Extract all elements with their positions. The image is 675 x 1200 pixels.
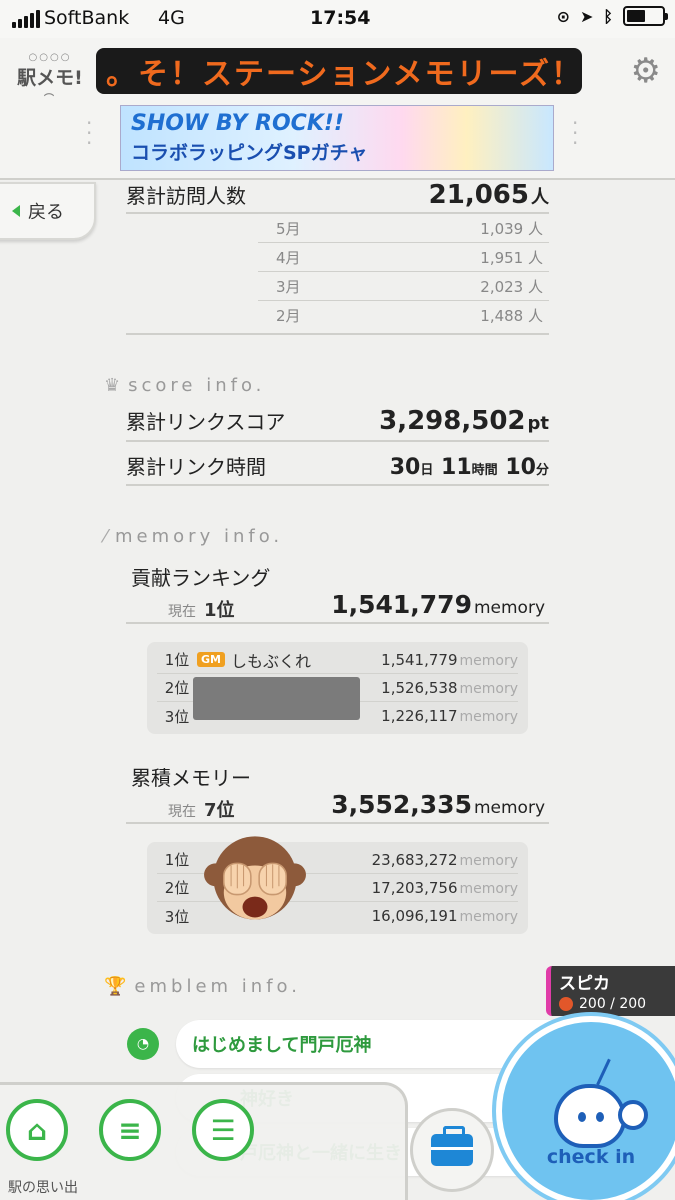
toolbox-button[interactable]	[410, 1108, 494, 1192]
train-list-button[interactable]: ≡	[99, 1099, 161, 1161]
carrier-label: SoftBank	[44, 7, 130, 29]
accumulated-current-rank: 現在 7位	[168, 800, 235, 821]
rotation-lock-icon: ⊙	[556, 6, 570, 26]
clock: 17:54	[310, 7, 371, 29]
gear-icon[interactable]: ⚙	[631, 54, 661, 88]
news-ticker[interactable]: 。そ！ステーションメモリーズ！の	[96, 48, 582, 94]
back-arrow-icon	[12, 205, 20, 217]
antenna-icon	[596, 1058, 611, 1086]
network-label: 4G	[158, 7, 185, 29]
accumulated-memory-label: 累積メモリー	[131, 766, 251, 790]
emblem-info-heading: 🏆 emblem info.	[104, 976, 301, 997]
station-list-button[interactable]: ☰	[192, 1099, 254, 1161]
app-header: ○○○○ 駅メモ! ⌒ 。そ！ステーションメモリーズ！の ⚙ · · · SHOW …	[0, 38, 675, 180]
check-in-label: check in	[546, 1146, 636, 1168]
hp-icon	[559, 997, 573, 1011]
trophy-icon: 🏆	[104, 976, 127, 997]
visitors-month-row: 4月 1,951 人	[258, 242, 549, 271]
see-no-evil-monkey-icon	[204, 836, 306, 920]
visitors-month-row: 2月 1,488 人	[258, 300, 549, 329]
character-status[interactable]: スピカ 200 / 200	[546, 966, 675, 1016]
gm-badge: GM	[197, 652, 225, 667]
app-logo[interactable]: ○○○○ 駅メモ! ⌒	[14, 52, 86, 105]
contribution-current-rank: 現在 1位	[168, 600, 235, 621]
battery-icon	[623, 6, 668, 26]
location-icon: ➤	[579, 6, 594, 26]
promo-banner[interactable]: SHOW BY ROCK!! コラボラッピングSPガチャ	[120, 105, 554, 171]
bottom-nav: ⌂ ≡ ☰ 駅の思い出	[0, 1082, 408, 1200]
visitors-total-row: 累計訪問人数 21,065 人	[126, 180, 549, 210]
magic-wand-icon: ⁄	[104, 526, 108, 547]
contribution-value: 1,541,779 memory	[331, 590, 545, 619]
character-name: スピカ	[559, 974, 610, 994]
emblem-badge-icon: ◔	[127, 1028, 159, 1060]
back-button[interactable]: 戻る	[0, 182, 96, 240]
train-list-icon: ≡	[118, 1113, 142, 1147]
toolbox-icon	[431, 1126, 473, 1166]
station-list-icon: ☰	[210, 1113, 236, 1147]
mascot-face-icon	[554, 1084, 626, 1148]
nav-label: 駅の思い出	[8, 1180, 78, 1196]
character-hp: 200 / 200	[579, 996, 647, 1012]
home-button[interactable]: ⌂	[6, 1099, 68, 1161]
emblem-item[interactable]: はじめまして門戸厄神	[176, 1020, 556, 1068]
status-bar: SoftBank 4G 17:54 ⊙ ➤ ᛒ	[0, 0, 675, 38]
score-info-heading: ♛ score info.	[104, 375, 266, 396]
home-icon: ⌂	[26, 1113, 48, 1147]
crown-icon: ♛	[104, 375, 121, 396]
memory-info-heading: ⁄ memory info.	[104, 526, 284, 547]
accumulated-value: 3,552,335 memory	[331, 790, 545, 819]
mascot-ear-icon	[618, 1100, 648, 1130]
visitors-month-row: 3月 2,023 人	[258, 271, 549, 300]
signal-icon	[12, 10, 40, 28]
link-score-row: 累計リンクスコア 3,298,502 pt	[126, 406, 549, 436]
contribution-ranking-label: 貢献ランキング	[131, 566, 271, 590]
visitors-month-row: 5月 1,039 人	[258, 213, 549, 242]
banner-prev-dots[interactable]: · · ·	[86, 113, 92, 153]
bluetooth-icon: ᛒ	[603, 6, 613, 26]
redaction-block	[193, 677, 360, 720]
check-in-button[interactable]: check in	[496, 1016, 675, 1200]
ranking-row: 1位 GM しもぶくれ 1,541,779 memory	[157, 646, 518, 674]
link-time-row: 累計リンク時間 30日 11時間 10分	[126, 455, 549, 480]
banner-next-dots[interactable]: · · ·	[572, 113, 578, 153]
